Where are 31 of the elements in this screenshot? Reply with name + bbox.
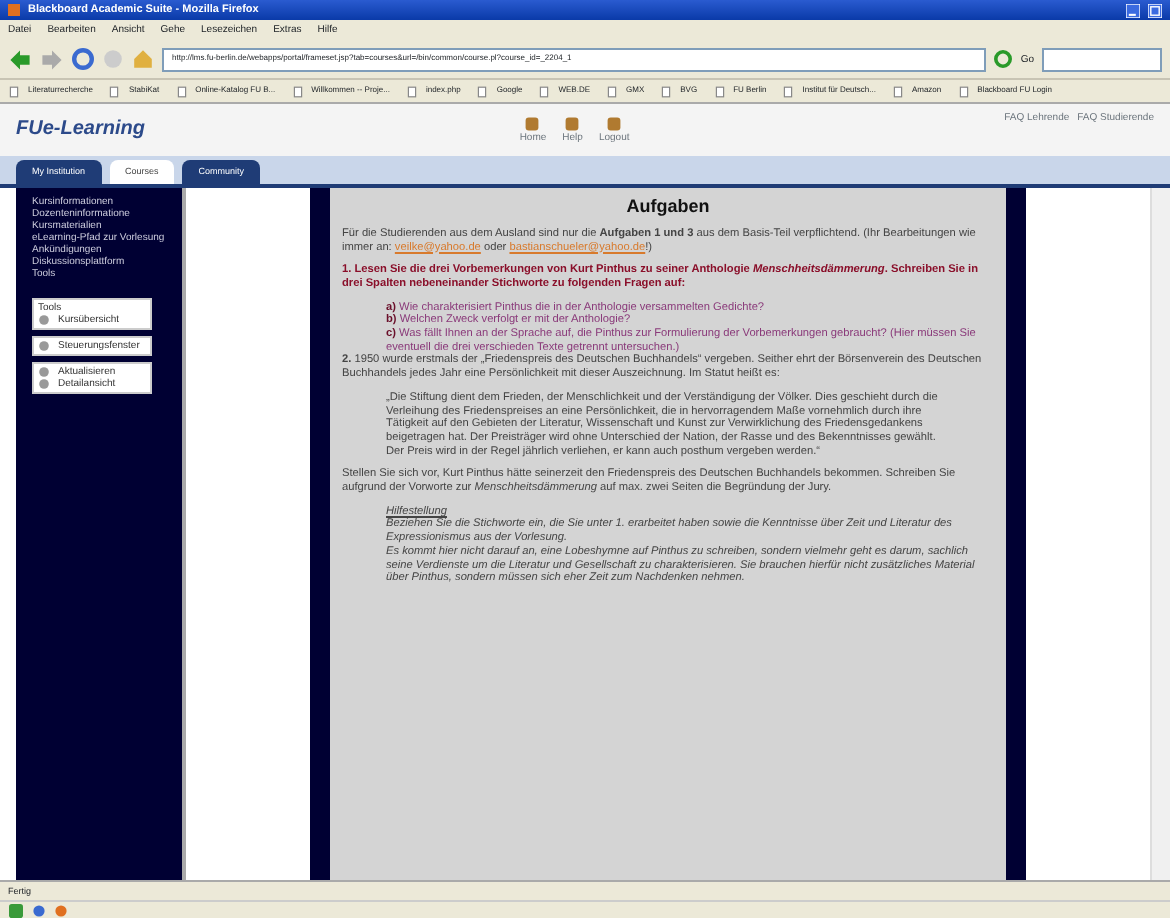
page-heading: Aufgaben bbox=[624, 196, 712, 218]
site-logo[interactable]: FUe-Learning bbox=[16, 118, 145, 142]
nav-icon bbox=[524, 116, 541, 132]
page-icon bbox=[782, 85, 795, 97]
go-icon[interactable] bbox=[994, 50, 1013, 68]
page-icon bbox=[713, 85, 726, 97]
reload-icon[interactable] bbox=[72, 48, 94, 70]
page-icon bbox=[660, 85, 673, 97]
page-icon bbox=[606, 85, 619, 97]
back-arrow-icon[interactable] bbox=[8, 47, 32, 71]
page-icon bbox=[108, 85, 121, 97]
page-icon bbox=[957, 85, 970, 97]
page-icon bbox=[175, 85, 188, 97]
page-icon bbox=[538, 85, 551, 97]
start-icon[interactable] bbox=[8, 903, 24, 917]
home-icon[interactable] bbox=[132, 48, 154, 70]
page-icon bbox=[291, 85, 304, 97]
maximize-icon[interactable] bbox=[1148, 3, 1162, 17]
page-icon bbox=[476, 85, 489, 97]
search-field[interactable] bbox=[1042, 47, 1162, 71]
scrollbar[interactable] bbox=[1150, 188, 1170, 880]
nav-icon bbox=[564, 116, 581, 132]
round-icon bbox=[38, 340, 50, 352]
forward-arrow-icon[interactable] bbox=[40, 47, 64, 71]
page-icon bbox=[405, 85, 418, 97]
minimize-icon[interactable] bbox=[1126, 3, 1140, 17]
page-icon bbox=[891, 85, 904, 97]
round-icon bbox=[38, 314, 50, 326]
page-icon bbox=[8, 85, 20, 97]
nav-icon bbox=[606, 116, 623, 132]
app-icon bbox=[8, 4, 20, 16]
